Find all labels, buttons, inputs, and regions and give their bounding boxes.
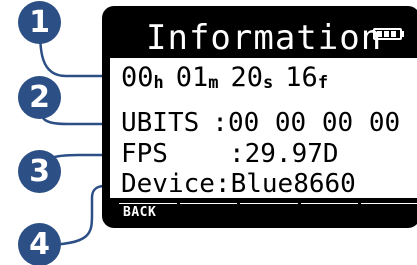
ubits-separator: : <box>212 108 228 138</box>
timecode-minutes: 01 <box>175 62 209 93</box>
timecode-hours-unit: h <box>153 73 164 93</box>
timecode-frames-unit: f <box>317 73 329 93</box>
timecode-row: 00h 01m 20s 16f <box>121 62 328 93</box>
fps-label: FPS <box>121 139 168 169</box>
timecode-minutes-unit: m <box>208 73 219 93</box>
timecode-seconds-unit: s <box>263 73 274 93</box>
softkey-bar: BACK <box>119 203 417 221</box>
device-label: Device <box>121 169 215 199</box>
softkey-3[interactable] <box>240 203 298 221</box>
fps-row: FPS:29.97D <box>121 139 339 170</box>
battery-level-bar <box>391 31 396 37</box>
timecode-hours: 00 <box>121 62 154 93</box>
device-row: Device:Blue8660 <box>121 169 356 200</box>
softkey-2[interactable] <box>179 203 238 221</box>
battery-cap <box>401 31 404 37</box>
callout-3: 3 <box>18 150 61 193</box>
battery-level-bar <box>377 31 382 37</box>
ubits-row: UBITS:00 00 00 00 <box>121 108 400 139</box>
callout-4: 4 <box>18 223 61 265</box>
fps-separator: : <box>228 139 245 169</box>
device-separator: : <box>214 169 231 199</box>
softkey-4[interactable] <box>300 203 359 221</box>
timecode-frames: 16 <box>285 62 318 93</box>
ubits-label: UBITS <box>121 108 200 138</box>
back-softkey[interactable]: BACK <box>119 203 177 221</box>
ubits-value: 00 00 00 00 <box>227 108 401 138</box>
screen-title: Information <box>146 18 383 58</box>
fps-value: 29.97D <box>244 139 339 169</box>
softkey-5[interactable] <box>361 203 417 221</box>
device-diagram: Information 00h 01m 20s 16f UBITS:00 00 00 … <box>0 0 417 265</box>
timecode-seconds: 20 <box>230 62 264 93</box>
callout-1: 1 <box>18 1 61 44</box>
device-value: Blue8660 <box>230 169 356 199</box>
callout-2: 2 <box>18 76 61 119</box>
battery-level-bar <box>384 31 389 37</box>
